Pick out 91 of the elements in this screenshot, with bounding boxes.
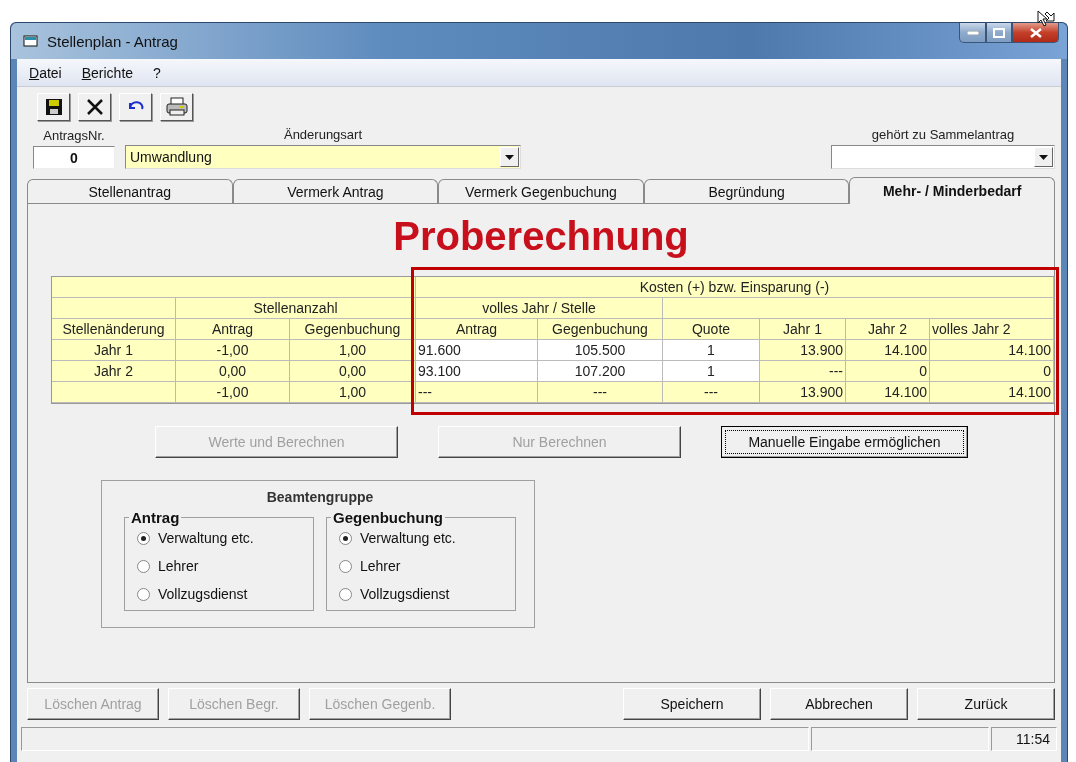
column-header: volles Jahr 2	[930, 319, 1054, 340]
table-cell: 14.100	[930, 382, 1054, 403]
table-cell: 14.100	[930, 340, 1054, 361]
dropdown-field[interactable]	[831, 145, 1055, 169]
footer-button[interactable]: Zurück	[917, 688, 1055, 720]
table-cell: ---	[663, 382, 760, 403]
close-icon	[1029, 27, 1042, 38]
toolbar-button[interactable]	[78, 93, 111, 121]
radio-button[interactable]	[137, 531, 150, 545]
tab[interactable]: Mehr- / Minderbedarf	[849, 177, 1055, 204]
radio-button[interactable]	[137, 587, 150, 601]
input-field[interactable]: 0	[33, 146, 115, 169]
window-title: Stellenplan - Antrag	[47, 32, 179, 50]
toolbar-button[interactable]	[119, 93, 152, 121]
close-button[interactable]	[1012, 23, 1059, 43]
table-cell[interactable]: 91.600	[416, 340, 538, 361]
maximize-icon	[993, 27, 1005, 38]
group-title: Antrag	[130, 509, 181, 526]
group-header: Kosten (+) bzw. Einsparung (-)	[416, 277, 1054, 298]
save-icon	[44, 98, 63, 116]
table-cell: 1,00	[290, 382, 416, 403]
group-header: Stellenanzahl	[176, 298, 416, 319]
table-cell: Jahr 2	[52, 361, 176, 382]
group-title: Gegenbuchung	[332, 509, 444, 526]
table-cell: 14.100	[846, 340, 930, 361]
tab[interactable]: Begründung	[643, 179, 850, 203]
table-cell: 0,00	[176, 361, 290, 382]
tab[interactable]: Stellenantrag	[27, 179, 233, 203]
footer-button[interactable]: Abbrechen	[770, 688, 908, 720]
table-cell: 14.100	[846, 382, 930, 403]
footer-button[interactable]: Speichern	[623, 688, 761, 720]
radio-button[interactable]	[339, 559, 352, 573]
column-header: Jahr 2	[846, 319, 930, 340]
table-cell[interactable]: 1	[663, 340, 760, 361]
column-header: Stellenänderung	[52, 319, 176, 340]
table-cell: 1,00	[290, 340, 416, 361]
table-cell: ---	[416, 382, 538, 403]
tab[interactable]: Vermerk Gegenbuchung	[438, 179, 644, 203]
toolbar-button[interactable]	[37, 93, 70, 121]
column-header: Gegenbuchung	[290, 319, 416, 340]
action-button[interactable]: Manuelle Eingabe ermöglichen	[721, 426, 968, 458]
field-label: AntragsNr.	[43, 128, 105, 143]
close-icon	[85, 98, 104, 116]
column-header: Quote	[663, 319, 760, 340]
table-cell: 13.900	[760, 340, 846, 361]
status-time: 11:54	[991, 727, 1057, 751]
column-header: Antrag	[416, 319, 538, 340]
table-cell[interactable]: 1	[663, 361, 760, 382]
table-cell: 0	[846, 361, 930, 382]
column-header: Jahr 1	[760, 319, 846, 340]
menu-item[interactable]: Berichte	[81, 64, 134, 81]
table-cell: 13.900	[760, 382, 846, 403]
radio-label: Lehrer	[360, 558, 401, 574]
column-header: Gegenbuchung	[538, 319, 663, 340]
table-cell: 0,00	[290, 361, 416, 382]
heading: Proberechnung	[393, 214, 689, 258]
table-cell: 0	[930, 361, 1054, 382]
radio-label: Verwaltung etc.	[158, 530, 254, 546]
mouse-cursor-icon	[1037, 10, 1057, 28]
table-cell: ---	[538, 382, 663, 403]
radio-button[interactable]	[339, 531, 352, 545]
caret-icon	[1039, 154, 1048, 160]
maximize-button[interactable]	[986, 23, 1012, 43]
table-cell[interactable]: 107.200	[538, 361, 663, 382]
minimize-button[interactable]	[959, 23, 986, 43]
tab[interactable]: Vermerk Antrag	[232, 179, 439, 203]
radio-label: Lehrer	[158, 558, 199, 574]
group-title: Beamtengruppe	[266, 489, 374, 505]
dropdown-field[interactable]: Umwandlung	[125, 145, 521, 169]
radio-button[interactable]	[339, 587, 352, 601]
table-cell[interactable]: 105.500	[538, 340, 663, 361]
app-icon	[23, 34, 39, 48]
group-header: volles Jahr / Stelle	[416, 298, 663, 319]
field-label: Änderungsart	[283, 127, 363, 142]
toolbar-button[interactable]	[160, 93, 193, 121]
caret-icon	[505, 154, 514, 160]
radio-label: Vollzugsdienst	[158, 586, 248, 602]
table-cell: -1,00	[176, 340, 290, 361]
table-cell: Jahr 1	[52, 340, 176, 361]
field-label: gehört zu Sammelantrag	[871, 127, 1015, 142]
menu-item[interactable]: ?	[153, 64, 161, 81]
radio-label: Vollzugsdienst	[360, 586, 450, 602]
radio-button[interactable]	[137, 559, 150, 573]
radio-label: Verwaltung etc.	[360, 530, 456, 546]
minimize-icon	[966, 30, 979, 35]
printer-icon	[165, 97, 188, 117]
table-cell: -1,00	[176, 382, 290, 403]
table-cell[interactable]: 93.100	[416, 361, 538, 382]
table-cell: ---	[760, 361, 846, 382]
menu-item[interactable]: Datei	[29, 64, 62, 81]
column-header: Antrag	[176, 319, 290, 340]
